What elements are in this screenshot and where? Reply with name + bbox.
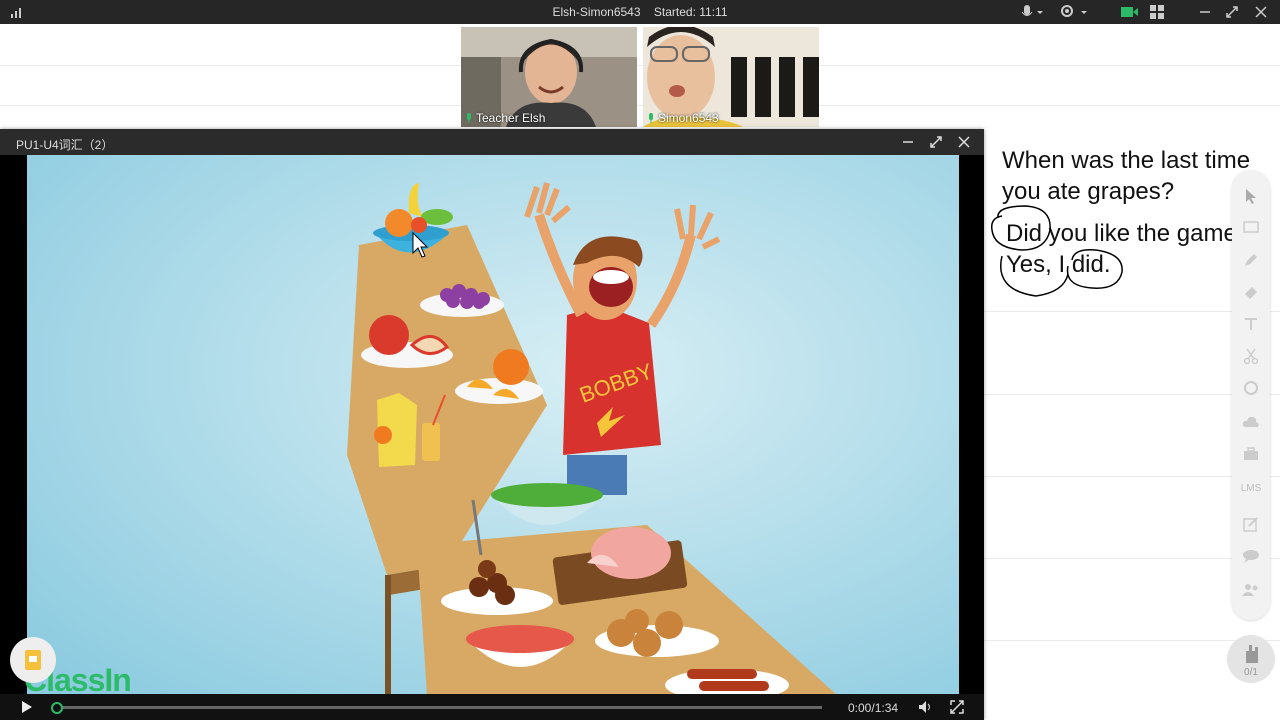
video-icon[interactable]	[1121, 4, 1139, 20]
edit-icon[interactable]	[1239, 512, 1263, 536]
fullscreen-exit-icon[interactable]	[950, 700, 964, 717]
restore-icon[interactable]	[1225, 4, 1239, 20]
media-player-window[interactable]: PU1-U4词汇（2） BOBBY ClassIn 0:00/1:34	[0, 129, 984, 720]
lms-icon[interactable]: LMS	[1239, 476, 1263, 500]
player-title-bar[interactable]: PU1-U4词汇（2）	[0, 129, 984, 155]
mic-active-icon	[649, 113, 653, 123]
mic-icon[interactable]	[1020, 4, 1044, 20]
whiteboard-toolbar: LMS	[1232, 170, 1270, 620]
student-video-tile[interactable]: Simon6543	[643, 27, 819, 127]
user-count: 0/1	[1244, 667, 1258, 678]
room-name: Elsh-Simon6543	[552, 5, 641, 19]
board-line	[0, 65, 1280, 66]
users-icon[interactable]	[1239, 578, 1263, 602]
teacher-video-tile[interactable]: Teacher Elsh	[461, 27, 637, 127]
cloud-icon[interactable]	[1239, 410, 1263, 434]
minimize-icon[interactable]	[1198, 4, 1212, 20]
toolbox-icon[interactable]	[1239, 442, 1263, 466]
raise-hand-button[interactable]: 0/1	[1227, 635, 1275, 683]
hand-icon	[1246, 645, 1258, 663]
progress-handle[interactable]	[51, 702, 63, 714]
start-time: Started: 11:11	[653, 5, 728, 19]
player-controls[interactable]: 0:00/1:34	[0, 694, 984, 720]
grid-layout-icon[interactable]	[1150, 4, 1164, 20]
title-bar: Elsh-Simon6543 Started: 11:11	[0, 0, 1280, 24]
close-icon[interactable]	[1254, 4, 1268, 20]
video-frame[interactable]: BOBBY	[27, 155, 959, 695]
teacher-name: Teacher Elsh	[476, 111, 546, 125]
student-name: Simon6543	[658, 111, 719, 125]
screen-icon[interactable]	[1239, 216, 1263, 240]
pen-icon[interactable]	[1239, 248, 1263, 272]
pen-annotation	[990, 205, 1123, 297]
play-icon[interactable]	[20, 700, 34, 717]
slides-button[interactable]	[10, 637, 56, 683]
mic-active-icon	[467, 113, 471, 123]
volume-icon[interactable]	[918, 700, 934, 717]
slides-icon	[25, 650, 41, 670]
time-display: 0:00/1:34	[848, 701, 899, 715]
eraser-icon[interactable]	[1239, 280, 1263, 304]
progress-track[interactable]	[51, 702, 822, 714]
pointer-icon[interactable]	[1239, 184, 1263, 208]
board-line	[0, 105, 1280, 106]
note-line: When was the last time	[1002, 147, 1251, 174]
video-name-tag: Teacher Elsh	[465, 111, 545, 125]
cartoon-illustration: BOBBY	[27, 155, 959, 695]
chat-icon[interactable]	[1239, 544, 1263, 568]
fullscreen-icon[interactable]	[928, 134, 944, 150]
scissors-icon[interactable]	[1239, 344, 1263, 368]
camera-settings-icon[interactable]	[1060, 4, 1090, 20]
player-title: PU1-U4词汇（2）	[16, 138, 114, 152]
close-icon[interactable]	[956, 134, 972, 150]
video-name-tag: Simon6543	[647, 111, 719, 125]
minimize-icon[interactable]	[900, 134, 916, 150]
text-icon[interactable]	[1239, 312, 1263, 336]
shape-icon[interactable]	[1239, 376, 1263, 400]
